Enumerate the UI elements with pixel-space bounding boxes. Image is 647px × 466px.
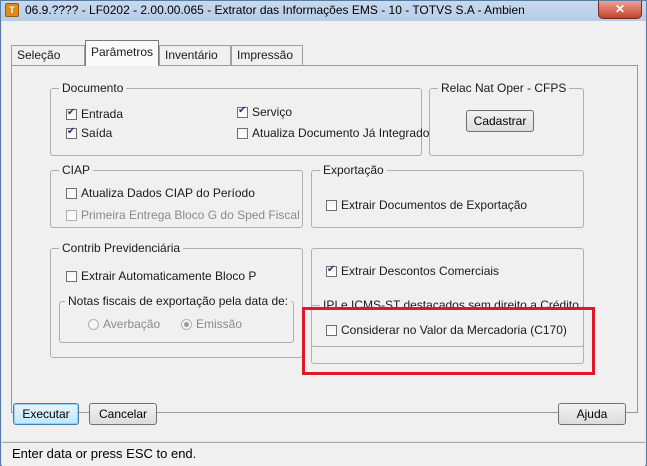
radio-averbacao-dot (88, 318, 99, 330)
radio-averbacao-label: Averbação (103, 317, 161, 331)
checkbox-extrair-descontos[interactable]: Extrair Descontos Comerciais (326, 264, 499, 278)
checkbox-entrada[interactable]: Entrada (66, 107, 123, 121)
checkbox-entrada-box[interactable] (66, 107, 77, 120)
radio-emissao: Emissão (181, 317, 242, 331)
group-contrib-previdenciaria: Contrib Previdenciária Extrair Automatic… (50, 241, 303, 358)
checkbox-servico[interactable]: Serviço (237, 105, 292, 119)
checkbox-primeira-entrega-label: Primeira Entrega Bloco G do Sped Fiscal (81, 208, 300, 222)
checkbox-extrair-bloco-p-label: Extrair Automaticamente Bloco P (81, 269, 257, 283)
group-ciap: CIAP Atualiza Dados CIAP do Período Prim… (50, 163, 303, 228)
checkbox-saida-label: Saída (81, 126, 113, 140)
checkbox-atualiza-documento-label: Atualiza Documento Já Integrado (252, 126, 430, 140)
checkbox-extrair-exportacao-label: Extrair Documentos de Exportação (341, 198, 528, 212)
checkbox-primeira-entrega: Primeira Entrega Bloco G do Sped Fiscal (66, 208, 300, 222)
app-icon: T (5, 3, 19, 17)
executar-button[interactable]: Executar (13, 403, 79, 425)
checkbox-extrair-exportacao-box[interactable] (326, 199, 337, 211)
group-relac-title: Relac Nat Oper - CFPS (438, 81, 570, 95)
main-window: T 06.9.???? - LF0202 - 2.00.00.065 - Ext… (0, 0, 647, 466)
status-bar: Enter data or press ESC to end. (2, 442, 645, 466)
checkbox-extrair-descontos-box[interactable] (326, 264, 337, 277)
tab-inventario[interactable]: Inventário (159, 45, 231, 65)
group-relac-nat-oper: Relac Nat Oper - CFPS Cadastrar (429, 81, 584, 156)
group-documento: Documento Entrada Saída Serviço Atualiza… (50, 81, 429, 156)
checkbox-atualiza-documento-box[interactable] (237, 127, 248, 139)
checkbox-extrair-bloco-p-box[interactable] (66, 270, 77, 282)
group-exportacao-title: Exportação (320, 163, 387, 177)
title-bar[interactable]: T 06.9.???? - LF0202 - 2.00.00.065 - Ext… (1, 1, 646, 21)
checkbox-servico-label: Serviço (252, 105, 293, 119)
radio-emissao-dot (181, 318, 192, 330)
checkbox-atualiza-ciap-label: Atualiza Dados CIAP do Período (81, 186, 255, 200)
checkbox-primeira-entrega-box (66, 209, 77, 221)
highlight-box (302, 307, 595, 375)
group-documento-title: Documento (59, 81, 127, 95)
tab-parametros[interactable]: Parâmetros (85, 40, 159, 66)
group-notas-title: Notas fiscais de exportação pela data de… (65, 294, 292, 308)
checkbox-extrair-descontos-label: Extrair Descontos Comerciais (341, 264, 500, 278)
tab-impressao[interactable]: Impressão (231, 45, 303, 65)
group-notas-fiscais: Notas fiscais de exportação pela data de… (59, 294, 294, 343)
checkbox-atualiza-ciap-box[interactable] (66, 187, 77, 199)
group-ciap-title: CIAP (59, 163, 94, 177)
checkbox-extrair-exportacao[interactable]: Extrair Documentos de Exportação (326, 198, 527, 212)
close-button[interactable]: ✕ (598, 1, 642, 19)
tab-selecao[interactable]: Seleção (11, 45, 85, 65)
checkbox-entrada-label: Entrada (81, 107, 124, 121)
checkbox-atualiza-documento[interactable]: Atualiza Documento Já Integrado (237, 126, 429, 140)
ajuda-button[interactable]: Ajuda (558, 403, 626, 425)
group-exportacao: Exportação Extrair Documentos de Exporta… (311, 163, 584, 228)
cancelar-button[interactable]: Cancelar (89, 403, 157, 425)
radio-averbacao: Averbação (88, 317, 160, 331)
cadastrar-button[interactable]: Cadastrar (466, 110, 534, 132)
checkbox-saida-box[interactable] (66, 126, 77, 139)
checkbox-servico-box[interactable] (237, 105, 248, 118)
radio-emissao-label: Emissão (196, 317, 243, 331)
group-contrib-title: Contrib Previdenciária (59, 241, 184, 255)
checkbox-extrair-bloco-p[interactable]: Extrair Automaticamente Bloco P (66, 269, 256, 283)
window-title: 06.9.???? - LF0202 - 2.00.00.065 - Extra… (25, 3, 525, 17)
dialog-client: Seleção Parâmetros Inventário Impressão … (2, 21, 645, 441)
checkbox-saida[interactable]: Saída (66, 126, 112, 140)
checkbox-atualiza-ciap[interactable]: Atualiza Dados CIAP do Período (66, 186, 255, 200)
